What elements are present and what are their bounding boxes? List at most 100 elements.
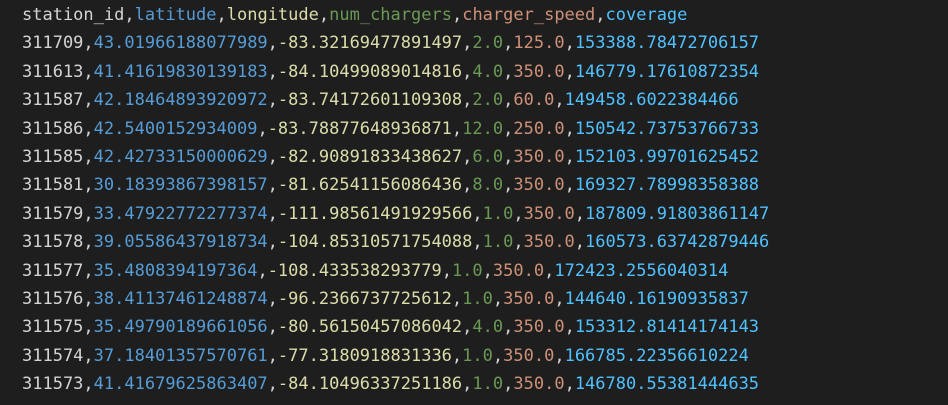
csv-field: 35.4808394197364 [93, 260, 258, 281]
csv-field: 311575 [22, 317, 84, 338]
csv-field: 153312.81414174143 [574, 317, 760, 338]
csv-data-line[interactable]: 311579,33.47922772277374,-111.9856149192… [22, 200, 948, 228]
comma-separator: , [83, 118, 94, 139]
csv-field: 43.01966188077989 [93, 33, 268, 54]
comma-separator: , [503, 374, 514, 395]
csv-field: 311585 [22, 146, 84, 167]
comma-separator: , [83, 33, 94, 54]
comma-separator: , [451, 118, 463, 139]
comma-separator: , [267, 146, 278, 167]
csv-field: -111.98561491929566 [277, 203, 473, 224]
csv-field: 41.41619830139183 [93, 61, 268, 82]
csv-field: 350.0 [523, 203, 575, 224]
csv-field: 311573 [22, 374, 84, 395]
csv-field: -80.56150457086042 [277, 317, 463, 338]
csv-header-line[interactable]: station_id,latitude,longitude,num_charge… [22, 1, 948, 29]
csv-field: 8.0 [472, 175, 504, 196]
csv-field: 311587 [22, 90, 84, 111]
csv-data-line[interactable]: 311613,41.41619830139183,-84.10499089014… [22, 58, 948, 86]
comma-separator: , [267, 33, 278, 54]
csv-field: 169327.78998358388 [574, 175, 760, 196]
csv-field: 33.47922772277374 [93, 203, 268, 224]
csv-editor[interactable]: station_id, latitude, longitude, num_charge… [0, 0, 948, 405]
csv-field: 39.05586437918734 [93, 232, 268, 253]
comma-separator: , [564, 317, 575, 338]
csv-field: 4.0 [472, 61, 504, 82]
csv-field: -77.3180918831336 [277, 345, 452, 366]
comma-separator: , [492, 288, 504, 309]
comma-separator: , [83, 175, 94, 196]
csv-field: 41.41679625863407 [93, 374, 268, 395]
csv-field: 42.18464893920972 [93, 90, 268, 111]
csv-field: 1.0 [472, 374, 504, 395]
csv-field: 30.18393867398157 [93, 175, 268, 196]
csv-data-line[interactable]: 311578,39.05586437918734,-104.8531057175… [22, 228, 948, 256]
csv-field: 311586 [22, 118, 84, 139]
comma-separator: , [267, 232, 278, 253]
comma-separator: , [451, 345, 463, 366]
comma-separator: , [462, 33, 473, 54]
comma-separator: , [441, 260, 452, 281]
csv-field: 311581 [22, 175, 84, 196]
csv-field: 125.0 [513, 33, 565, 54]
comma-separator: , [554, 90, 565, 111]
csv-field: 311577 [22, 260, 84, 281]
csv-data-line[interactable]: 311575,35.49790189661056,-80.56150457086… [22, 313, 948, 341]
csv-data-line[interactable]: 311576,38.41137461248874,-96.23667377256… [22, 285, 948, 313]
csv-field: 350.0 [513, 317, 565, 338]
csv-field: 311579 [22, 203, 84, 224]
csv-data-line[interactable]: 311581,30.18393867398157,-81.62541156086… [22, 171, 948, 199]
csv-field: -83.32169477891497 [277, 33, 463, 54]
comma-separator: , [482, 260, 493, 281]
comma-separator: , [503, 317, 514, 338]
comma-separator: , [472, 203, 483, 224]
csv-field: 350.0 [513, 175, 565, 196]
csv-field: 1.0 [462, 345, 493, 366]
comma-separator: , [554, 345, 565, 366]
comma-separator: , [257, 260, 268, 281]
csv-data-line[interactable]: 311586,42.5400152934009,-83.788776489368… [22, 115, 948, 143]
comma-separator: , [267, 317, 278, 338]
csv-field: 166785.22356610224 [564, 345, 749, 366]
csv-field: 350.0 [513, 374, 565, 395]
comma-separator: , [267, 90, 278, 111]
comma-separator: , [124, 5, 135, 25]
csv-data-line[interactable]: 311587,42.18464893920972,-83.74172601109… [22, 86, 948, 114]
csv-data-line[interactable]: 311573,41.41679625863407,-84.10496337251… [22, 370, 948, 398]
csv-field: -81.62541156086436 [277, 175, 463, 196]
comma-separator: , [513, 232, 524, 253]
csv-field: 37.18401357570761 [93, 345, 268, 366]
csv-field: 187809.91803861147 [585, 203, 770, 224]
comma-separator: , [267, 374, 278, 395]
csv-field: 42.42733150000629 [93, 146, 268, 167]
csv-data-line[interactable]: 311574,37.18401357570761,-77.31809188313… [22, 342, 948, 370]
comma-separator: , [83, 260, 94, 281]
csv-field: 172423.2556040314 [554, 260, 729, 281]
csv-field: 350.0 [523, 232, 575, 253]
csv-field: -104.85310571754088 [277, 232, 473, 253]
comma-separator: , [267, 345, 278, 366]
comma-separator: , [318, 5, 330, 25]
comma-separator: , [554, 288, 565, 309]
csv-field: -83.74172601109308 [277, 90, 463, 111]
csv-data-line[interactable]: 311577,35.4808394197364,-108.43353829377… [22, 257, 948, 285]
csv-field: 150542.73753766733 [574, 118, 760, 139]
csv-field: -84.10496337251186 [277, 374, 463, 395]
comma-separator: , [462, 61, 473, 82]
csv-field: -83.78877648936871 [267, 118, 452, 139]
comma-separator: , [503, 175, 514, 196]
csv-field: 146780.55381444635 [574, 374, 760, 395]
csv-field: 146779.17610872354 [574, 61, 760, 82]
csv-data-line[interactable]: 311585,42.42733150000629,-82.90891833438… [22, 143, 948, 171]
csv-field: 311709 [22, 33, 84, 54]
comma-separator: , [503, 90, 514, 111]
csv-field: charger_speed [462, 5, 596, 25]
comma-separator: , [462, 90, 473, 111]
comma-separator: , [267, 175, 278, 196]
comma-separator: , [492, 345, 504, 366]
csv-field: -84.10499089014816 [277, 61, 463, 82]
comma-separator: , [451, 288, 463, 309]
csv-data-line[interactable]: 311709,43.01966188077989,-83.32169477891… [22, 29, 948, 57]
csv-field: -82.90891833438627 [277, 146, 463, 167]
comma-separator: , [503, 33, 514, 54]
